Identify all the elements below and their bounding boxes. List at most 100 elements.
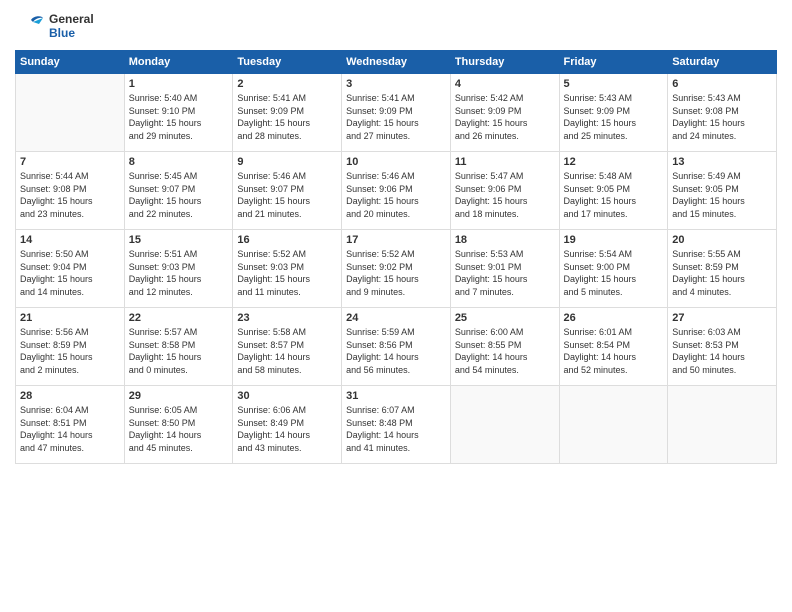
calendar-cell: 21 Sunrise: 5:56 AM Sunset: 8:59 PM Dayli…	[16, 308, 125, 386]
calendar-cell: 19 Sunrise: 5:54 AM Sunset: 9:00 PM Dayli…	[559, 230, 668, 308]
logo: General Blue	[15, 10, 94, 42]
calendar-cell: 5 Sunrise: 5:43 AM Sunset: 9:09 PM Daylig…	[559, 74, 668, 152]
cell-content: Sunrise: 5:46 AM Sunset: 9:06 PM Dayligh…	[346, 170, 446, 220]
cell-content: Sunrise: 5:50 AM Sunset: 9:04 PM Dayligh…	[20, 248, 120, 298]
cell-content: Sunrise: 5:53 AM Sunset: 9:01 PM Dayligh…	[455, 248, 555, 298]
day-number: 26	[564, 312, 664, 324]
calendar-cell: 11 Sunrise: 5:47 AM Sunset: 9:06 PM Dayli…	[450, 152, 559, 230]
cell-content: Sunrise: 5:45 AM Sunset: 9:07 PM Dayligh…	[129, 170, 229, 220]
calendar-cell	[559, 386, 668, 464]
calendar-cell: 2Sunrise: 5:41 AM Sunset: 9:09 PM Daylig…	[233, 74, 342, 152]
day-number: 27	[672, 312, 772, 324]
cell-content: Sunrise: 6:01 AM Sunset: 8:54 PM Dayligh…	[564, 326, 664, 376]
day-number: 28	[20, 390, 120, 402]
calendar-cell: 23 Sunrise: 5:58 AM Sunset: 8:57 PM Dayli…	[233, 308, 342, 386]
cell-content: Sunrise: 5:52 AM Sunset: 9:03 PM Dayligh…	[237, 248, 337, 298]
calendar-cell	[16, 74, 125, 152]
calendar-cell: 16 Sunrise: 5:52 AM Sunset: 9:03 PM Dayli…	[233, 230, 342, 308]
day-number: 9	[237, 156, 337, 168]
day-number: 1	[129, 78, 229, 90]
calendar-cell: 1 Sunrise: 5:40 AM Sunset: 9:10 PM Daylig…	[124, 74, 233, 152]
header-friday: Friday	[559, 51, 668, 74]
cell-content: Sunrise: 5:59 AM Sunset: 8:56 PM Dayligh…	[346, 326, 446, 376]
cell-content: Sunrise: 5:46 AM Sunset: 9:07 PM Dayligh…	[237, 170, 337, 220]
calendar-cell: 15 Sunrise: 5:51 AM Sunset: 9:03 PM Dayli…	[124, 230, 233, 308]
calendar-header-row: SundayMondayTuesdayWednesdayThursdayFrid…	[16, 51, 777, 74]
calendar-cell: 9 Sunrise: 5:46 AM Sunset: 9:07 PM Daylig…	[233, 152, 342, 230]
calendar-cell: 3 Sunrise: 5:41 AM Sunset: 9:09 PM Daylig…	[342, 74, 451, 152]
calendar-cell: 14 Sunrise: 5:50 AM Sunset: 9:04 PM Dayli…	[16, 230, 125, 308]
calendar-week-4: 21 Sunrise: 5:56 AM Sunset: 8:59 PM Dayli…	[16, 308, 777, 386]
calendar-cell: 30 Sunrise: 6:06 AM Sunset: 8:49 PM Dayli…	[233, 386, 342, 464]
calendar-cell: 10 Sunrise: 5:46 AM Sunset: 9:06 PM Dayli…	[342, 152, 451, 230]
day-number: 12	[564, 156, 664, 168]
cell-content: Sunrise: 5:43 AM Sunset: 9:09 PM Dayligh…	[564, 92, 664, 142]
calendar-body: 1 Sunrise: 5:40 AM Sunset: 9:10 PM Daylig…	[16, 74, 777, 464]
day-number: 31	[346, 390, 446, 402]
day-number: 21	[20, 312, 120, 324]
cell-content: Sunrise: 5:44 AM Sunset: 9:08 PM Dayligh…	[20, 170, 120, 220]
day-number: 8	[129, 156, 229, 168]
day-number: 16	[237, 234, 337, 246]
calendar-table: SundayMondayTuesdayWednesdayThursdayFrid…	[15, 50, 777, 464]
cell-content: Sunrise: 5:47 AM Sunset: 9:06 PM Dayligh…	[455, 170, 555, 220]
cell-content: Sunrise: 5:58 AM Sunset: 8:57 PM Dayligh…	[237, 326, 337, 376]
calendar-cell: 22 Sunrise: 5:57 AM Sunset: 8:58 PM Dayli…	[124, 308, 233, 386]
header-wednesday: Wednesday	[342, 51, 451, 74]
day-number: 24	[346, 312, 446, 324]
calendar-cell	[450, 386, 559, 464]
calendar-cell: 28 Sunrise: 6:04 AM Sunset: 8:51 PM Dayli…	[16, 386, 125, 464]
day-number: 30	[237, 390, 337, 402]
logo-text-blue: Blue	[49, 26, 94, 40]
header-thursday: Thursday	[450, 51, 559, 74]
cell-content: Sunrise: 6:00 AM Sunset: 8:55 PM Dayligh…	[455, 326, 555, 376]
cell-content: Sunrise: 6:04 AM Sunset: 8:51 PM Dayligh…	[20, 404, 120, 454]
day-number: 15	[129, 234, 229, 246]
day-number: 19	[564, 234, 664, 246]
day-number: 3	[346, 78, 446, 90]
day-number: 14	[20, 234, 120, 246]
day-number: 6	[672, 78, 772, 90]
calendar-week-1: 1 Sunrise: 5:40 AM Sunset: 9:10 PM Daylig…	[16, 74, 777, 152]
day-number: 20	[672, 234, 772, 246]
page-container: General Blue SundayMondayTuesdayWednesda…	[0, 0, 792, 612]
calendar-cell: 6Sunrise: 5:43 AM Sunset: 9:08 PM Daylig…	[668, 74, 777, 152]
cell-content: Sunrise: 5:51 AM Sunset: 9:03 PM Dayligh…	[129, 248, 229, 298]
cell-content: Sunrise: 5:40 AM Sunset: 9:10 PM Dayligh…	[129, 92, 229, 142]
calendar-cell	[668, 386, 777, 464]
cell-content: Sunrise: 5:57 AM Sunset: 8:58 PM Dayligh…	[129, 326, 229, 376]
calendar-cell: 13Sunrise: 5:49 AM Sunset: 9:05 PM Dayli…	[668, 152, 777, 230]
calendar-cell: 8 Sunrise: 5:45 AM Sunset: 9:07 PM Daylig…	[124, 152, 233, 230]
calendar-cell: 29 Sunrise: 6:05 AM Sunset: 8:50 PM Dayli…	[124, 386, 233, 464]
cell-content: Sunrise: 5:56 AM Sunset: 8:59 PM Dayligh…	[20, 326, 120, 376]
day-number: 22	[129, 312, 229, 324]
day-number: 29	[129, 390, 229, 402]
calendar-cell: 31Sunrise: 6:07 AM Sunset: 8:48 PM Dayli…	[342, 386, 451, 464]
cell-content: Sunrise: 5:52 AM Sunset: 9:02 PM Dayligh…	[346, 248, 446, 298]
day-number: 23	[237, 312, 337, 324]
logo-bird-icon	[15, 10, 47, 42]
day-number: 13	[672, 156, 772, 168]
day-number: 25	[455, 312, 555, 324]
day-number: 11	[455, 156, 555, 168]
cell-content: Sunrise: 5:54 AM Sunset: 9:00 PM Dayligh…	[564, 248, 664, 298]
day-number: 18	[455, 234, 555, 246]
cell-content: Sunrise: 6:03 AM Sunset: 8:53 PM Dayligh…	[672, 326, 772, 376]
cell-content: Sunrise: 5:42 AM Sunset: 9:09 PM Dayligh…	[455, 92, 555, 142]
calendar-week-5: 28 Sunrise: 6:04 AM Sunset: 8:51 PM Dayli…	[16, 386, 777, 464]
calendar-cell: 27 Sunrise: 6:03 AM Sunset: 8:53 PM Dayli…	[668, 308, 777, 386]
cell-content: Sunrise: 6:06 AM Sunset: 8:49 PM Dayligh…	[237, 404, 337, 454]
calendar-cell: 7Sunrise: 5:44 AM Sunset: 9:08 PM Daylig…	[16, 152, 125, 230]
calendar-cell: 25 Sunrise: 6:00 AM Sunset: 8:55 PM Dayli…	[450, 308, 559, 386]
calendar-cell: 26 Sunrise: 6:01 AM Sunset: 8:54 PM Dayli…	[559, 308, 668, 386]
day-number: 5	[564, 78, 664, 90]
cell-content: Sunrise: 6:05 AM Sunset: 8:50 PM Dayligh…	[129, 404, 229, 454]
day-number: 2	[237, 78, 337, 90]
day-number: 10	[346, 156, 446, 168]
calendar-week-2: 7Sunrise: 5:44 AM Sunset: 9:08 PM Daylig…	[16, 152, 777, 230]
cell-content: Sunrise: 5:41 AM Sunset: 9:09 PM Dayligh…	[346, 92, 446, 142]
calendar-cell: 17Sunrise: 5:52 AM Sunset: 9:02 PM Dayli…	[342, 230, 451, 308]
header-tuesday: Tuesday	[233, 51, 342, 74]
header-monday: Monday	[124, 51, 233, 74]
calendar-cell: 20Sunrise: 5:55 AM Sunset: 8:59 PM Dayli…	[668, 230, 777, 308]
